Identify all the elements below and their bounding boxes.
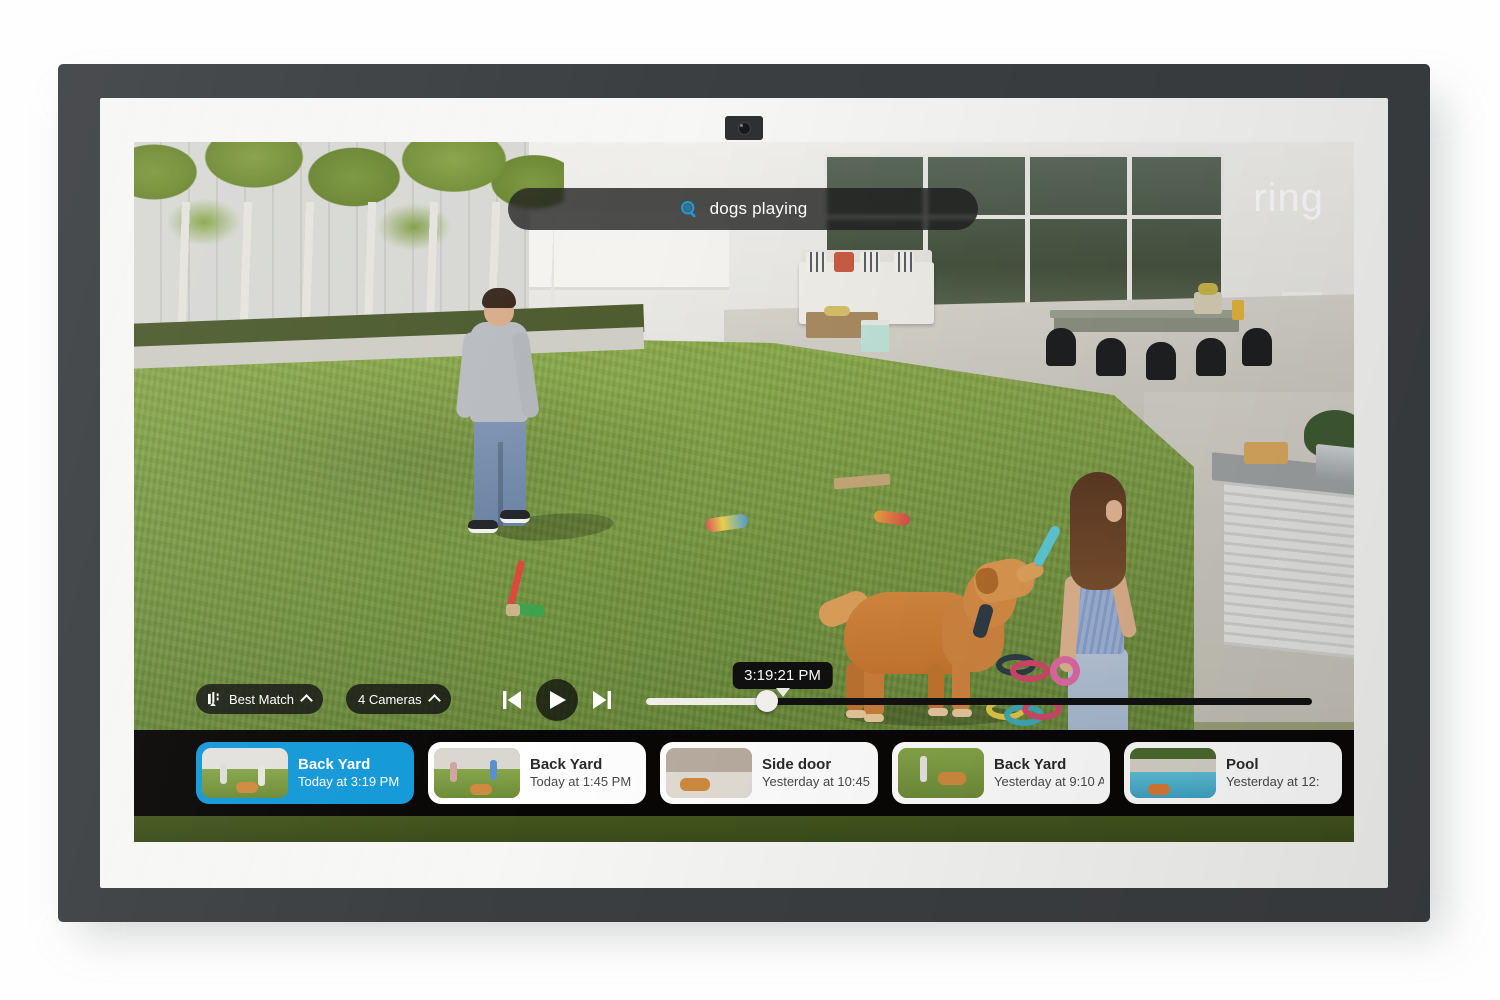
person-man xyxy=(454,288,544,552)
search-bar[interactable]: dogs playing xyxy=(508,188,978,230)
stone-island-base xyxy=(1224,474,1354,660)
croquet-mallet-tip xyxy=(506,604,520,616)
event-title: Back Yard xyxy=(298,755,371,773)
ring-brand-logo: ring xyxy=(1253,176,1324,220)
dining-chair xyxy=(1242,328,1272,366)
play-button[interactable] xyxy=(536,679,578,721)
sort-label: Best Match xyxy=(229,691,295,707)
event-thumbnail xyxy=(666,748,752,798)
timestamp-caret-icon xyxy=(775,688,790,697)
playback-controls: Best Match 4 Cameras 3:19:21 PM xyxy=(134,662,1354,730)
sofa-pillow xyxy=(860,252,880,272)
search-icon xyxy=(679,199,700,220)
video-bottom-edge xyxy=(134,816,1354,842)
sofa-pillow-red xyxy=(834,252,854,272)
live-video-feed[interactable]: dogs playing ring Best Match 4 Cameras 3… xyxy=(134,142,1354,842)
camera-count-label: 4 Cameras xyxy=(358,691,422,707)
sofa-pillow xyxy=(806,252,826,272)
camera-lens xyxy=(737,121,751,135)
previous-icon xyxy=(503,691,521,709)
timeline-scrubber-handle[interactable] xyxy=(756,690,779,712)
sofa-pillow xyxy=(894,252,914,272)
event-card[interactable]: Back Yard Today at 3:19 PM xyxy=(196,742,414,804)
event-title: Pool xyxy=(1226,755,1259,773)
event-thumbnail xyxy=(1130,748,1216,798)
event-card[interactable]: Side door Yesterday at 10:45 AM xyxy=(660,742,878,804)
event-time: Yesterday at 9:10 AM xyxy=(994,774,1104,790)
drink-pitcher xyxy=(1232,300,1244,320)
event-card[interactable]: Back Yard Yesterday at 9:10 AM xyxy=(892,742,1110,804)
timestamp-badge: 3:19:21 PM xyxy=(732,662,833,689)
play-icon xyxy=(550,691,566,709)
dining-chair xyxy=(1196,338,1226,376)
sort-filter-button[interactable]: Best Match xyxy=(196,684,324,714)
page-root: dogs playing ring Best Match 4 Cameras 3… xyxy=(0,0,1500,1000)
next-icon xyxy=(593,691,611,709)
transport-controls xyxy=(502,674,632,726)
event-list[interactable]: Back Yard Today at 3:19 PM Back Yard Tod… xyxy=(134,730,1354,816)
chevron-up-icon xyxy=(300,694,313,707)
dining-chair xyxy=(1096,338,1126,376)
event-thumbnail xyxy=(898,748,984,798)
fruit-bowl xyxy=(824,306,850,316)
timeline[interactable]: 3:19:21 PM xyxy=(646,662,1312,730)
event-card[interactable]: Pool Yesterday at 12: xyxy=(1124,742,1342,804)
event-time: Today at 1:45 PM xyxy=(530,774,632,790)
camera-filter-button[interactable]: 4 Cameras xyxy=(346,684,451,714)
event-title: Back Yard xyxy=(994,755,1067,773)
event-time: Yesterday at 12: xyxy=(1226,774,1320,790)
device-screen: dogs playing ring Best Match 4 Cameras 3… xyxy=(134,142,1354,842)
chevron-up-icon xyxy=(427,694,441,707)
event-card[interactable]: Back Yard Today at 1:45 PM xyxy=(428,742,646,804)
search-query-text: dogs playing xyxy=(709,199,808,218)
timeline-track[interactable] xyxy=(646,698,1312,705)
dining-chair xyxy=(1146,342,1176,380)
event-thumbnail xyxy=(202,748,288,798)
dining-chair xyxy=(1046,328,1076,366)
counter-basket xyxy=(1244,442,1288,464)
cooler xyxy=(861,320,889,352)
outdoor-grill xyxy=(1316,443,1354,485)
next-button[interactable] xyxy=(592,689,612,711)
sort-icon xyxy=(208,692,221,706)
event-title: Back Yard xyxy=(530,755,603,773)
front-camera-icon xyxy=(725,116,763,140)
timeline-progress xyxy=(646,698,768,705)
event-time: Today at 3:19 PM xyxy=(298,774,400,790)
event-title: Side door xyxy=(762,755,832,773)
table-planter xyxy=(1194,283,1222,314)
previous-button[interactable] xyxy=(502,689,522,711)
echo-show-device: dogs playing ring Best Match 4 Cameras 3… xyxy=(58,64,1430,922)
event-thumbnail xyxy=(434,748,520,798)
event-time: Yesterday at 10:45 AM xyxy=(762,774,872,790)
